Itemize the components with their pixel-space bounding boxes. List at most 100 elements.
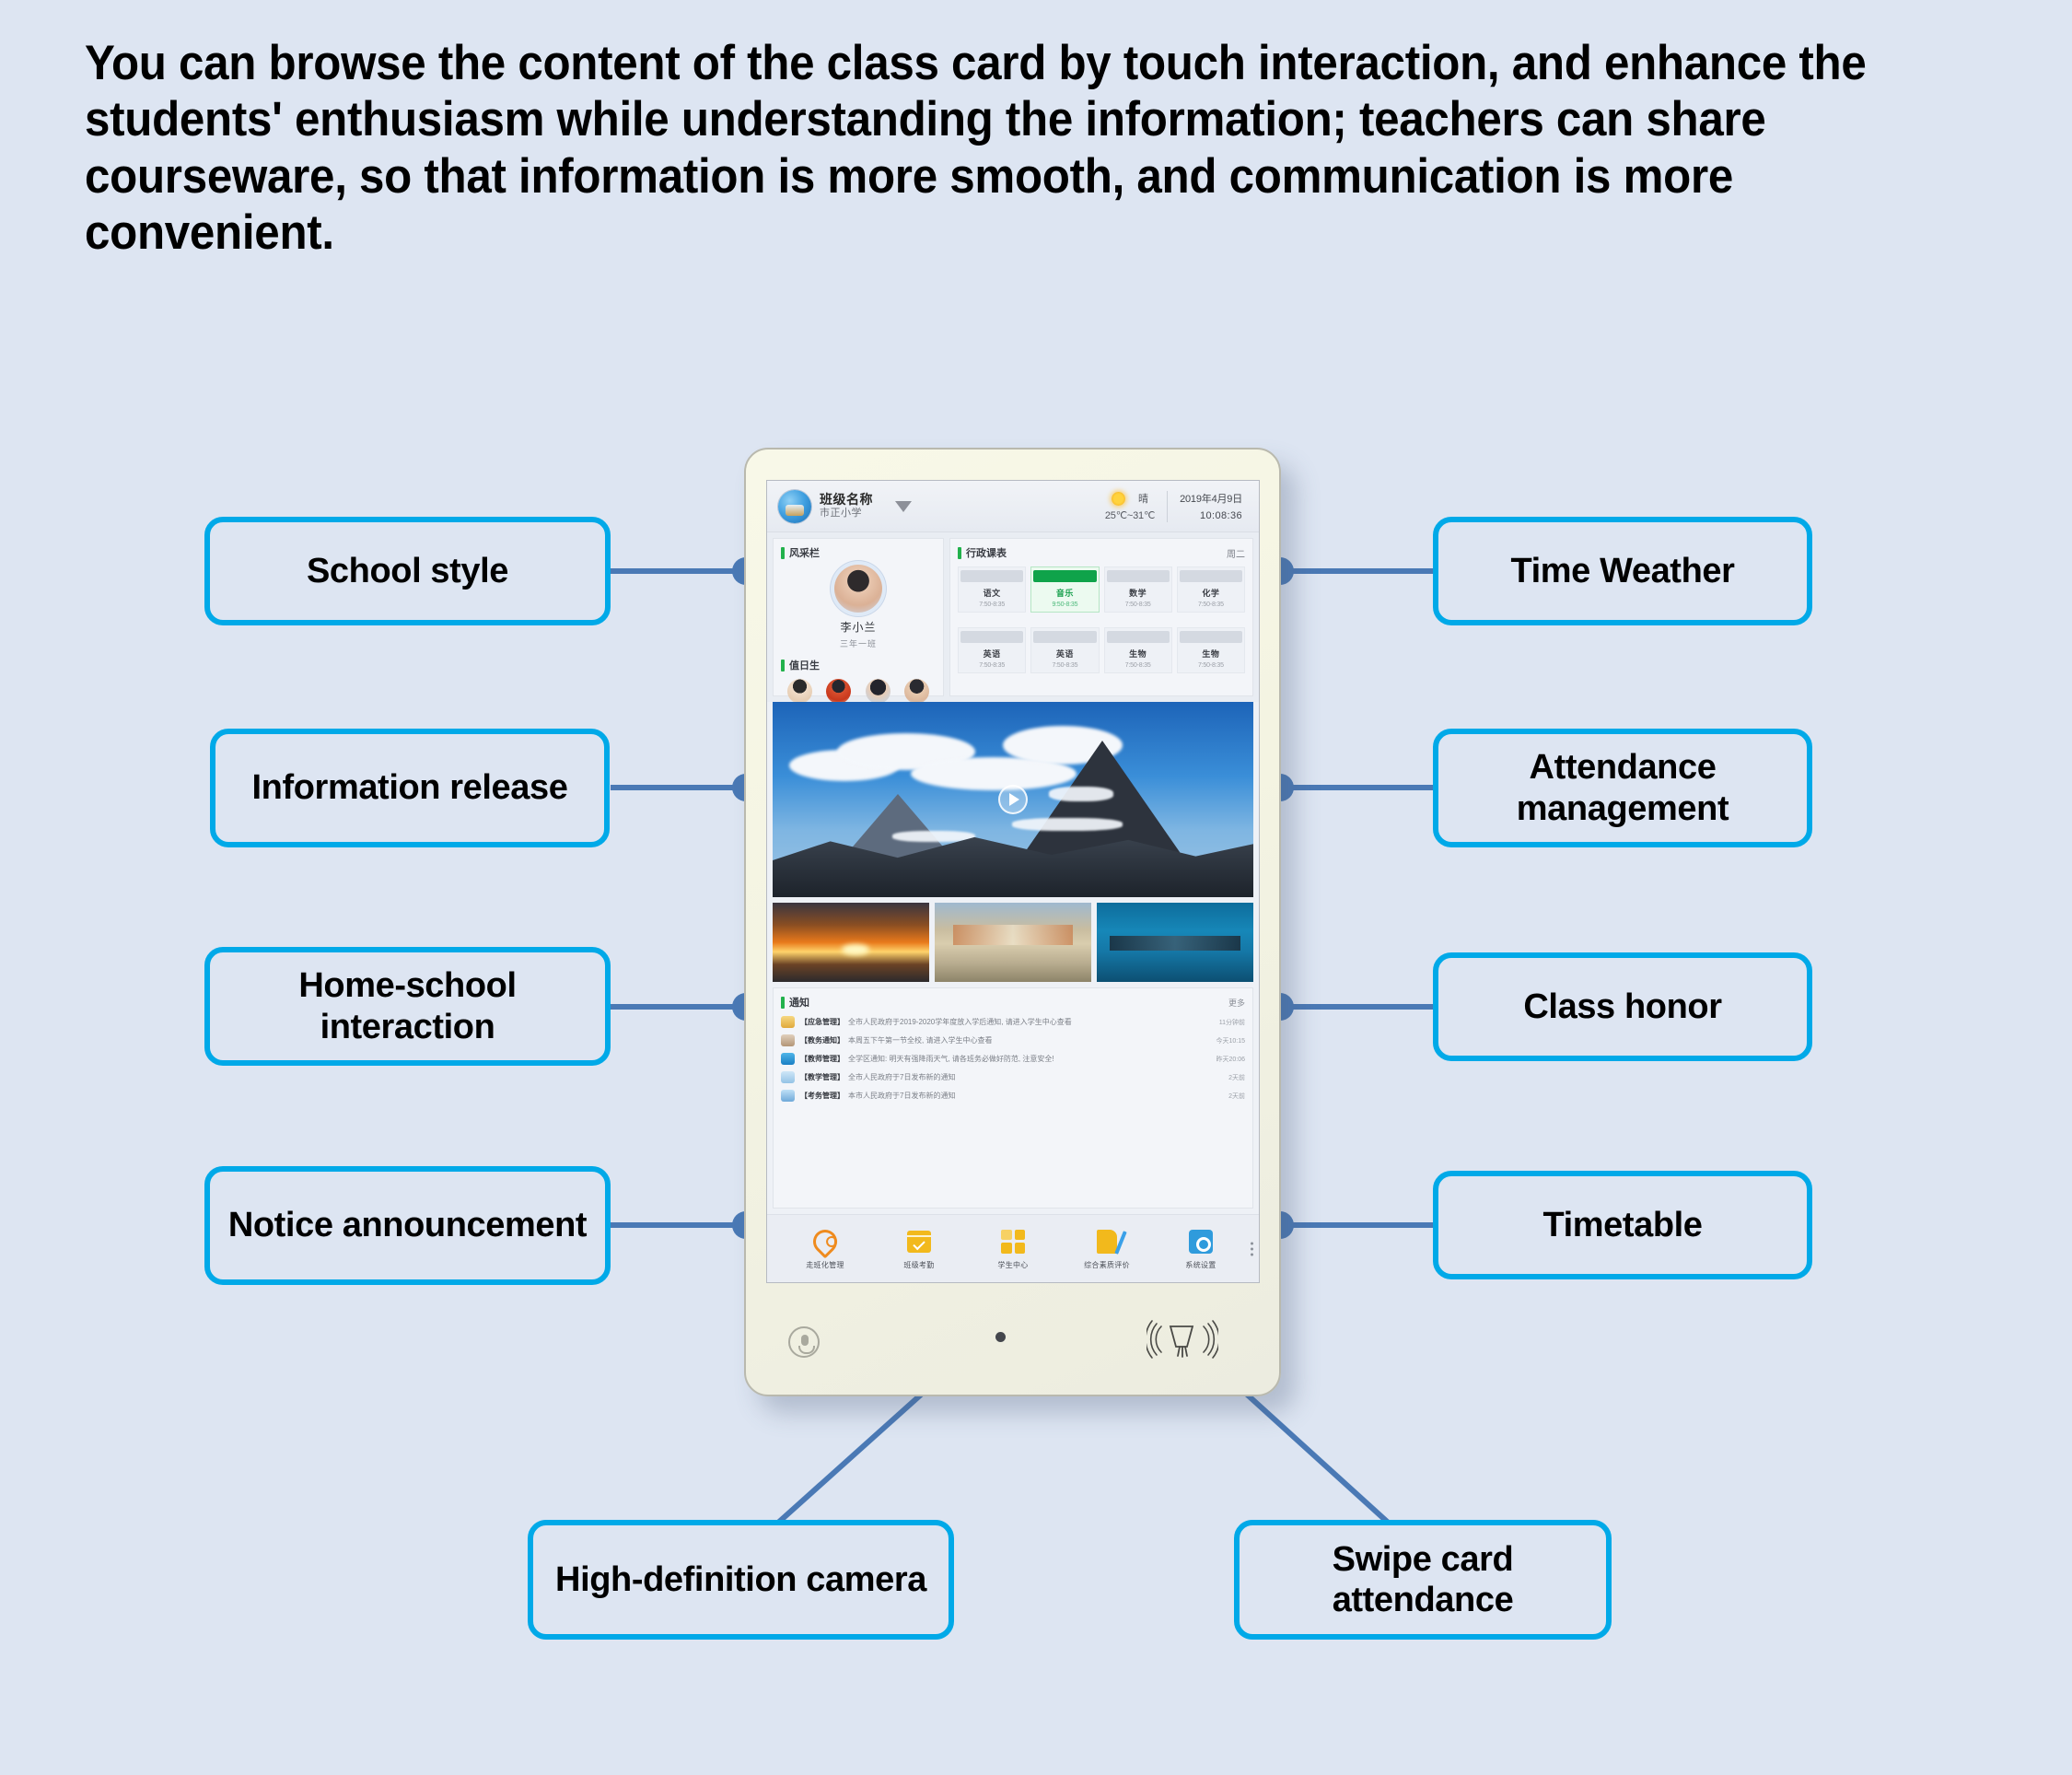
notice-text: 全学区通知: 明天有强降雨天气, 请各班务必做好防范, 注意安全! [848,1055,1054,1063]
period-time: 7:50-8:35 [1124,662,1151,669]
weather-widget: 晴 25℃~31℃ [1105,491,1155,521]
sunset-thumbnail[interactable] [773,903,929,982]
callout-time-weather[interactable]: Time Weather [1433,517,1812,625]
timetable-cell[interactable]: 语文 7:50-8:35 [958,566,1027,613]
nav-item-settings[interactable]: 系统设置 [1154,1228,1248,1270]
list-item[interactable]: 【教务通知】 本周五下午第一节全校, 请进入学生中心查看 今天10:15 [781,1034,1245,1046]
notice-text: 全市人民政府于7日发布新的通知 [848,1073,956,1081]
subject: 语文 [983,589,1001,598]
top-content-row: 风采栏 李小兰 三年一班 值日生 张敏 [767,532,1259,716]
star-student[interactable]: 李小兰 三年一班 [781,565,936,649]
subject: 音乐 [1055,589,1074,598]
class-card-tablet: 班级名称 市正小学 晴 25℃~31℃ 2019年4月9日 10:08:36 风… [744,448,1281,1396]
cell-header-bar [1033,570,1097,582]
timetable-cell[interactable]: 数学 7:50-8:35 [1103,566,1172,613]
status-bar: 班级名称 市正小学 晴 25℃~31℃ 2019年4月9日 10:08:36 [767,481,1259,532]
notice-more-link[interactable]: 更多 [1228,997,1245,1009]
notice-text: 本市人民政府于7日发布新的通知 [848,1092,956,1100]
nav-label: 系统设置 [1185,1260,1216,1269]
notice-tag: 【应急管理】 [800,1018,844,1026]
callout-notice-announcement[interactable]: Notice announcement [204,1166,611,1285]
timetable-cell[interactable]: 化学 7:50-8:35 [1176,566,1245,613]
avatar [865,679,890,704]
list-item[interactable]: 【考务管理】 本市人民政府于7日发布新的通知 2天前 [781,1090,1245,1102]
snow-patch [892,831,975,842]
snow-patch [1012,818,1123,831]
subject: 英语 [983,649,1001,659]
notice-time: 今天10:15 [1216,1037,1245,1045]
notice-time: 11分钟前 [1218,1019,1245,1026]
list-item[interactable]: 【教师管理】 全学区通知: 明天有强降雨天气, 请各班务必做好防范, 注意安全!… [781,1053,1245,1065]
nav-item-student-center[interactable]: 学生中心 [966,1228,1060,1270]
callout-label: Notice announcement [227,1206,588,1245]
cell-header-bar [1106,570,1170,582]
period-time: 7:50-8:35 [1124,601,1151,608]
nav-item-quality-eval[interactable]: 综合素质评价 [1060,1228,1154,1270]
more-vertical-icon[interactable] [1251,1242,1253,1255]
star-student-name: 李小兰 [840,621,877,634]
title-accent-bar [958,546,961,559]
cell-header-bar [960,631,1024,643]
timetable-cell[interactable]: 生物 7:50-8:35 [1103,627,1172,673]
callout-school-style[interactable]: School style [204,517,611,625]
student-showcase-panel[interactable]: 风采栏 李小兰 三年一班 值日生 张敏 [773,538,944,716]
notice-tag: 【教学管理】 [800,1073,844,1081]
notice-time: 2天前 [1228,1074,1245,1081]
notice-panel[interactable]: 通知 更多 【应急管理】 全市人民政府于2019-2020学年度放入学后通知, … [773,987,1253,1209]
callout-label: Attendance management [1516,748,1729,828]
play-icon[interactable] [998,785,1028,814]
nav-item-zoubanhua[interactable]: 走班化管理 [778,1224,872,1270]
callout-information-release[interactable]: Information release [210,729,610,847]
period-time: 9:50-8:35 [1052,601,1078,608]
timetable-cell[interactable]: 英语 7:50-8:35 [1030,627,1100,673]
nav-label: 走班化管理 [806,1260,844,1269]
nav-label: 班级考勤 [903,1260,935,1269]
microphone-icon [788,1326,820,1358]
callout-home-school-interaction[interactable]: Home-school interaction [204,947,611,1066]
timetable-panel[interactable]: 行政课表 周二 语文 7:50-8:35 音乐 9:50-8:35 数学 7:5… [949,538,1253,696]
bottom-navigation: 走班化管理 班级考勤 学生中心 综合素质评价 系统设置 [767,1214,1259,1282]
nav-item-attendance[interactable]: 班级考勤 [872,1228,966,1270]
timetable-cell[interactable]: 生物 7:50-8:35 [1176,627,1245,673]
timetable-cell[interactable]: 英语 7:50-8:35 [958,627,1027,673]
tablet-screen[interactable]: 班级名称 市正小学 晴 25℃~31℃ 2019年4月9日 10:08:36 风… [766,480,1260,1283]
temperature-range: 25℃~31℃ [1104,510,1156,521]
callout-attendance-management[interactable]: Attendance management [1433,729,1812,847]
school-logo-icon [778,489,811,523]
avatar [834,565,882,613]
location-clock-icon [808,1224,843,1258]
hero-media-banner[interactable] [773,702,1253,897]
timetable-title: 行政课表 周二 [958,545,1245,560]
divider [1167,490,1169,522]
weather-condition: 晴 [1137,494,1148,505]
notice-type-icon [781,1016,795,1028]
period-time: 7:50-8:35 [1197,662,1224,669]
timetable-week-selector[interactable]: 周二 [1227,546,1245,560]
notice-type-icon [781,1071,795,1083]
subject: 化学 [1202,589,1220,598]
notice-text: 本周五下午第一节全校, 请进入学生中心查看 [848,1036,993,1045]
callout-label: Timetable [1542,1205,1703,1244]
notebook-pen-icon [1093,1228,1121,1255]
list-item[interactable]: 【教学管理】 全市人民政府于7日发布新的通知 2天前 [781,1071,1245,1083]
callout-timetable[interactable]: Timetable [1433,1171,1812,1279]
notice-time: 2天前 [1228,1092,1245,1100]
class-name: 班级名称 [820,491,873,507]
list-item[interactable]: 【应急管理】 全市人民政府于2019-2020学年度放入学后通知, 请进入学生中… [781,1016,1245,1028]
callout-hd-camera[interactable]: High-definition camera [528,1520,954,1640]
callout-label: Time Weather [1510,551,1735,590]
callout-class-honor[interactable]: Class honor [1433,952,1812,1061]
grid-icon [999,1228,1027,1255]
callout-label: Class honor [1523,987,1722,1026]
callout-swipe-card-attendance[interactable]: Swipe card attendance [1234,1520,1612,1640]
village-thumbnail[interactable] [935,903,1091,982]
star-panel-title: 风采栏 [781,545,936,560]
school-name: 市正小学 [820,508,862,520]
nav-label: 学生中心 [997,1260,1029,1269]
notice-time: 昨天20:06 [1216,1056,1245,1063]
timetable-grid-row1: 语文 7:50-8:35 音乐 9:50-8:35 数学 7:50-8:35 化… [958,566,1245,613]
cell-header-bar [1106,631,1170,643]
card-swipe-icon [1145,1317,1220,1361]
timetable-cell-active[interactable]: 音乐 9:50-8:35 [1030,566,1100,613]
night-harbor-thumbnail[interactable] [1097,903,1253,982]
